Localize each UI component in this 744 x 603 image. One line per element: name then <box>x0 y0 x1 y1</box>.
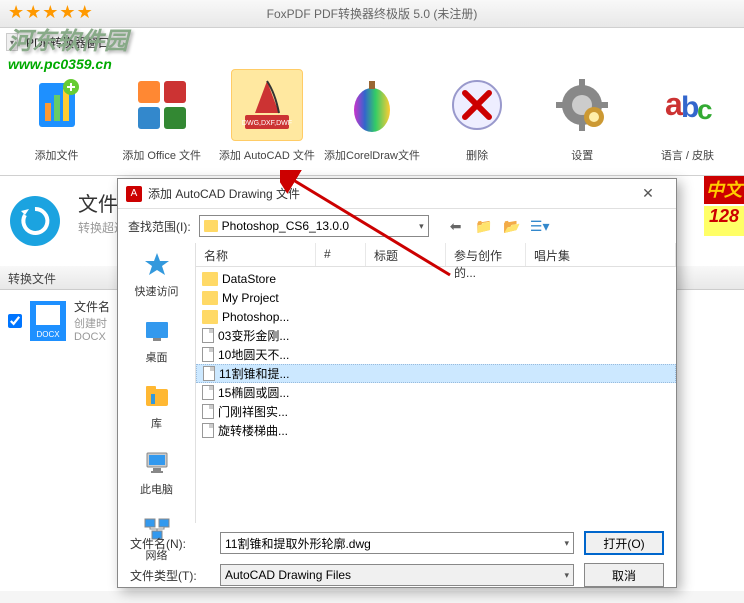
view-menu-icon[interactable]: ☰▾ <box>531 217 549 235</box>
chevron-down-icon: ▾ <box>419 221 424 232</box>
ribbon-label: 设置 <box>571 147 593 163</box>
file-icon <box>202 347 214 362</box>
list-item[interactable]: DataStore <box>196 269 676 288</box>
item-name: Photoshop... <box>222 310 289 324</box>
file-dialog: A 添加 AutoCAD Drawing 文件 ✕ 查找范围(I): Photo… <box>117 178 677 588</box>
open-button[interactable]: 打开(O) <box>584 531 664 555</box>
file-icon <box>202 404 214 419</box>
list-item[interactable]: 11割锥和提... <box>196 364 676 383</box>
folder-icon <box>204 220 218 232</box>
ribbon-add-coreldraw[interactable]: 添加CorelDraw文件 <box>323 69 420 163</box>
ribbon-label: 添加 AutoCAD 文件 <box>219 147 315 163</box>
menu-label[interactable]: PDF转换器窗口 <box>22 34 114 51</box>
badge-chinese: 中文 <box>704 176 744 206</box>
filetype-combo[interactable]: AutoCAD Drawing Files▾ <box>220 564 574 586</box>
ribbon-settings[interactable]: 设置 <box>534 69 631 163</box>
file-icon <box>202 328 214 343</box>
list-item[interactable]: Photoshop... <box>196 307 676 326</box>
dialog-title: 添加 AutoCAD Drawing 文件 <box>148 185 628 202</box>
window-title: FoxPDF PDF转换器终极版 5.0 (未注册) <box>267 5 478 22</box>
refresh-icon[interactable] <box>10 196 60 246</box>
svg-text:DWG,DXF,DWF: DWG,DXF,DWF <box>242 120 292 127</box>
sidebar-desktop[interactable]: 桌面 <box>139 313 175 367</box>
file-icon <box>202 423 214 438</box>
filename-label: 文件名 <box>74 298 110 315</box>
folder-combo[interactable]: Photoshop_CS6_13.0.0 ▾ <box>199 215 429 237</box>
badge-number: 128 <box>704 206 744 236</box>
sidebar-label: 库 <box>151 415 162 431</box>
item-name: 旋转楼梯曲... <box>218 422 288 439</box>
ribbon-label: 添加CorelDraw文件 <box>324 147 420 163</box>
sidebar-quick-access[interactable]: 快速访问 <box>133 247 181 301</box>
col-participants[interactable]: 参与创作的... <box>446 243 526 266</box>
sidebar-label: 桌面 <box>146 349 168 365</box>
back-icon[interactable]: ⬅ <box>447 217 465 235</box>
item-name: DataStore <box>222 272 276 286</box>
new-folder-icon[interactable]: 📂 <box>503 217 521 235</box>
item-name: 11割锥和提... <box>219 365 289 382</box>
close-button[interactable]: ✕ <box>628 180 668 208</box>
menu-dropdown-icon[interactable]: ▾ <box>6 33 18 51</box>
ribbon-label: 添加 Office 文件 <box>122 147 201 163</box>
item-name: 门刚祥图实... <box>218 403 288 420</box>
list-item[interactable]: 10地圆天不... <box>196 345 676 364</box>
ribbon-label: 语言 / 皮肤 <box>661 147 714 163</box>
up-icon[interactable]: 📁 <box>475 217 493 235</box>
sidebar-label: 快速访问 <box>135 283 179 299</box>
file-checkbox[interactable] <box>8 314 22 328</box>
item-name: My Project <box>222 291 279 305</box>
list-item[interactable]: 旋转楼梯曲... <box>196 421 676 440</box>
sidebar-label: 此电脑 <box>140 481 173 497</box>
folder-icon <box>202 272 218 286</box>
ribbon-label: 删除 <box>466 147 488 163</box>
file-ext-label: DOCX <box>74 331 110 343</box>
col-title[interactable]: 标题 <box>366 243 446 266</box>
svg-text:c: c <box>697 94 713 125</box>
filetype-label: 文件类型(T): <box>130 567 210 584</box>
list-item[interactable]: 门刚祥图实... <box>196 402 676 421</box>
current-folder: Photoshop_CS6_13.0.0 <box>222 219 349 233</box>
list-item[interactable]: 03变形金刚... <box>196 326 676 345</box>
docx-icon: DOCX <box>30 301 66 341</box>
item-name: 03变形金刚... <box>218 327 289 344</box>
title-bar: FoxPDF PDF转换器终极版 5.0 (未注册) <box>0 0 744 28</box>
filename-label: 文件名(N): <box>130 535 210 552</box>
folder-icon <box>202 291 218 305</box>
col-album[interactable]: 唱片集 <box>526 243 676 266</box>
file-icon <box>202 385 214 400</box>
col-name[interactable]: 名称 <box>196 243 316 266</box>
file-created-label: 创建时 <box>74 315 110 331</box>
list-item[interactable]: 15椭圆或圆... <box>196 383 676 402</box>
sidebar-library[interactable]: 库 <box>139 379 175 433</box>
sidebar-computer[interactable]: 此电脑 <box>138 445 175 499</box>
ribbon-label: 添加文件 <box>35 147 79 163</box>
folder-icon <box>202 310 218 324</box>
ribbon-add-office[interactable]: 添加 Office 文件 <box>113 69 210 163</box>
ribbon-language[interactable]: abc 语言 / 皮肤 <box>639 69 736 163</box>
item-name: 10地圆天不... <box>218 346 289 363</box>
file-icon <box>203 366 215 381</box>
ribbon-toolbar: 添加文件 添加 Office 文件 DWG,DXF,DWF 添加 AutoCAD… <box>0 56 744 176</box>
col-num[interactable]: # <box>316 243 366 266</box>
ribbon-add-file[interactable]: 添加文件 <box>8 69 105 163</box>
item-name: 15椭圆或圆... <box>218 384 289 401</box>
search-range-label: 查找范围(I): <box>128 218 191 235</box>
ribbon-add-autocad[interactable]: DWG,DXF,DWF 添加 AutoCAD 文件 <box>218 69 315 163</box>
ribbon-delete[interactable]: 删除 <box>429 69 526 163</box>
list-item[interactable]: My Project <box>196 288 676 307</box>
cancel-button[interactable]: 取消 <box>584 563 664 587</box>
filename-input[interactable]: 11割锥和提取外形轮廓.dwg▾ <box>220 532 574 554</box>
list-header: 名称 # 标题 参与创作的... 唱片集 <box>196 243 676 267</box>
dialog-app-icon: A <box>126 186 142 202</box>
